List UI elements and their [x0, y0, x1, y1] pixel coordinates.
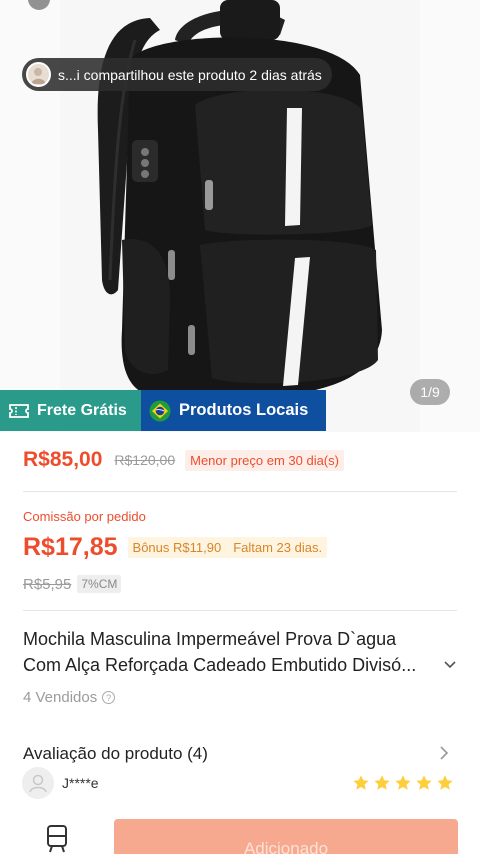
star-icon [395, 775, 411, 790]
image-counter: 1/9 [410, 379, 450, 405]
info-icon[interactable]: ? [102, 691, 116, 704]
commission-row: R$17,85 Bônus R$11,90 Faltam 23 dias. [23, 533, 328, 562]
store-icon[interactable] [44, 824, 70, 854]
chevron-right-icon[interactable] [437, 745, 451, 761]
share-activity-banner: s...i compartilhou este produto 2 dias a… [22, 58, 332, 91]
commission-rate-tag: 7%CM [77, 575, 122, 593]
avatar [22, 767, 54, 799]
old-commission-row: R$5,95 7%CM [23, 575, 122, 593]
star-icon [416, 775, 432, 790]
user-icon [29, 774, 47, 793]
price-row: R$85,00 R$120,00 Menor preço em 30 dia(s… [23, 448, 344, 472]
section-spacer [0, 721, 480, 732]
original-price: R$120,00 [114, 452, 176, 468]
sold-count: 4 Vendidos [23, 689, 98, 706]
brazil-flag-icon [149, 400, 171, 421]
product-title[interactable]: Mochila Masculina Impermeável Prova D`ag… [23, 626, 443, 678]
commission-label: Comissão por pedido [23, 509, 146, 524]
product-title-line-1: Mochila Masculina Impermeável Prova D`ag… [23, 629, 397, 649]
local-products-badge: Produtos Locais [141, 390, 326, 431]
reviews-title[interactable]: Avaliação do produto (4) [23, 744, 208, 764]
divider [23, 491, 457, 492]
sold-count-row: 4 Vendidos ? [23, 689, 116, 706]
shipping-badges: Frete Grátis Produtos Locais [0, 390, 326, 431]
sharer-avatar [26, 62, 51, 87]
local-products-label: Produtos Locais [179, 401, 309, 419]
star-icon [353, 775, 369, 790]
reviewer-name: J****e [62, 775, 99, 791]
product-image-carousel[interactable]: s...i compartilhou este produto 2 dias a… [0, 0, 480, 432]
divider [23, 610, 457, 611]
free-shipping-badge: Frete Grátis [0, 390, 141, 431]
sharer-avatar-image [28, 64, 49, 85]
product-title-line-2: Com Alça Reforçada Cadeado Embutido Divi… [23, 655, 417, 675]
added-button[interactable]: Adicionado [114, 819, 458, 854]
chevron-down-icon[interactable] [442, 657, 458, 673]
bonus-tag: Bônus R$11,90 Faltam 23 dias. [127, 537, 328, 558]
bonus-amount: Bônus R$11,90 [132, 540, 222, 555]
current-price: R$85,00 [23, 448, 103, 471]
review-item: J****e [22, 767, 99, 799]
star-icon [374, 775, 390, 790]
rating-stars [352, 774, 454, 792]
star-icon [437, 775, 453, 790]
lowest-price-tag: Menor preço em 30 dia(s) [185, 449, 344, 471]
ticket-icon [9, 403, 29, 418]
bonus-remaining: Faltam 23 dias. [233, 540, 323, 555]
commission-value: R$17,85 [23, 533, 118, 561]
share-banner-text: s...i compartilhou este produto 2 dias a… [58, 66, 322, 83]
free-shipping-label: Frete Grátis [37, 401, 127, 419]
old-commission-value: R$5,95 [23, 575, 72, 593]
